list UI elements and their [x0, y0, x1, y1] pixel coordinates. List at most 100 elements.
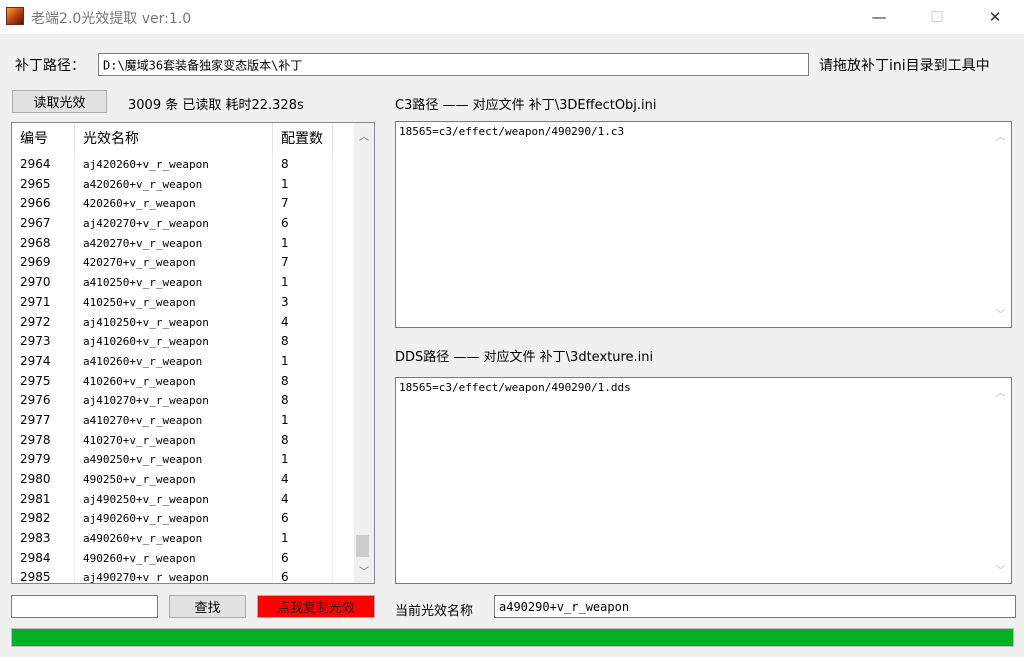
cell-config-count: 1 — [273, 233, 333, 254]
cell-id: 2966 — [12, 194, 75, 215]
scroll-up-icon[interactable]: ︿ — [991, 127, 1010, 144]
cell-id: 2973 — [12, 332, 75, 352]
table-row[interactable]: 2982 aj490260+v_r_weapon 6 — [12, 509, 354, 530]
cell-config-count: 1 — [273, 529, 333, 549]
cell-id: 2983 — [12, 529, 75, 549]
cell-config-count: 4 — [273, 470, 333, 490]
patch-path-value: D:\魔域36套装备独家变态版本\补丁 — [103, 58, 303, 72]
maximize-button[interactable]: ☐ — [908, 0, 966, 34]
patch-path-field[interactable]: D:\魔域36套装备独家变态版本\补丁 — [98, 53, 809, 76]
list-scrollbar[interactable]: ︿ ﹀ — [354, 123, 374, 583]
scroll-down-icon[interactable]: ﹀ — [354, 562, 374, 579]
cell-effect-name: a410260+v_r_weapon — [75, 351, 273, 372]
cell-config-count: 7 — [273, 253, 333, 274]
cell-effect-name: a420260+v_r_weapon — [75, 174, 273, 195]
cell-effect-name: 410260+v_r_weapon — [75, 371, 273, 392]
cell-effect-name: 410250+v_r_weapon — [75, 292, 273, 313]
close-button[interactable]: ✕ — [966, 0, 1024, 34]
dds-path-label: DDS路径 —— 对应文件 补丁\3dtexture.ini — [395, 350, 654, 365]
table-row[interactable]: 2966 420260+v_r_weapon 7 — [12, 194, 354, 215]
scroll-thumb[interactable] — [356, 535, 369, 557]
table-row[interactable]: 2975 410260+v_r_weapon 8 — [12, 371, 354, 392]
cell-config-count: 4 — [273, 489, 333, 510]
search-button[interactable]: 查找 — [169, 595, 246, 618]
current-effect-value: a490290+v_r_weapon — [499, 599, 630, 614]
cell-config-count: 1 — [273, 273, 333, 293]
cell-config-count: 8 — [273, 155, 333, 175]
cell-id: 2981 — [12, 489, 75, 510]
cell-config-count: 7 — [273, 194, 333, 215]
scroll-down-icon[interactable]: ﹀ — [991, 561, 1010, 578]
table-row[interactable]: 2964 aj420260+v_r_weapon 8 — [12, 155, 354, 175]
dds-scrollbar[interactable]: ︿ ﹀ — [991, 379, 1010, 582]
window-title: 老端2.0光效提取 ver:1.0 — [31, 11, 192, 27]
cell-id: 2974 — [12, 351, 75, 372]
read-status: 3009 条 已读取 耗时22.328s — [128, 98, 304, 113]
table-row[interactable]: 2976 aj410270+v_r_weapon 8 — [12, 391, 354, 411]
table-row[interactable]: 2980 490250+v_r_weapon 4 — [12, 470, 354, 490]
title-bar: 老端2.0光效提取 ver:1.0 — ☐ ✕ — [0, 0, 1024, 34]
cell-id: 2972 — [12, 312, 75, 333]
cell-id: 2977 — [12, 410, 75, 431]
dds-textarea[interactable]: 18565=c3/effect/weapon/490290/1.dds ︿ ﹀ — [395, 377, 1012, 584]
table-row[interactable]: 2967 aj420270+v_r_weapon 6 — [12, 214, 354, 234]
table-row[interactable]: 2983 a490260+v_r_weapon 1 — [12, 529, 354, 549]
minimize-button[interactable]: — — [850, 0, 908, 34]
cell-effect-name: 410270+v_r_weapon — [75, 430, 273, 451]
effect-list[interactable]: 编号 光效名称 配置数 2964 aj420260+v_r_weapon 8 2965… — [11, 122, 375, 584]
table-row[interactable]: 2971 410250+v_r_weapon 3 — [12, 292, 354, 313]
table-row[interactable]: 2978 410270+v_r_weapon 8 — [12, 430, 354, 451]
cell-config-count: 6 — [273, 548, 333, 569]
cell-id: 2965 — [12, 174, 75, 195]
cell-config-count: 6 — [273, 568, 333, 583]
current-effect-label: 当前光效名称 — [395, 604, 474, 619]
list-rows: 2964 aj420260+v_r_weapon 8 2965 a420260+v_r_… — [12, 155, 354, 583]
cell-effect-name: 420260+v_r_weapon — [75, 194, 273, 215]
table-row[interactable]: 2972 aj410250+v_r_weapon 4 — [12, 312, 354, 333]
cell-effect-name: a410270+v_r_weapon — [75, 410, 273, 431]
drag-hint: 请拖放补丁ini目录到工具中 — [819, 58, 990, 74]
cell-effect-name: a420270+v_r_weapon — [75, 233, 273, 254]
table-row[interactable]: 2974 a410260+v_r_weapon 1 — [12, 351, 354, 372]
cell-id: 2975 — [12, 371, 75, 392]
scroll-up-icon[interactable]: ︿ — [991, 383, 1010, 400]
cell-id: 2982 — [12, 509, 75, 530]
cell-effect-name: a490260+v_r_weapon — [75, 529, 273, 549]
cell-config-count: 8 — [273, 430, 333, 451]
search-input[interactable] — [11, 595, 158, 618]
table-row[interactable]: 2985 aj490270+v_r_weapon 6 — [12, 568, 354, 583]
c3-textarea[interactable]: 18565=c3/effect/weapon/490290/1.c3 ︿ ﹀ — [395, 121, 1012, 328]
scroll-down-icon[interactable]: ﹀ — [991, 305, 1010, 322]
c3-scrollbar[interactable]: ︿ ﹀ — [991, 123, 1010, 326]
c3-content: 18565=c3/effect/weapon/490290/1.c3 — [399, 125, 625, 138]
table-row[interactable]: 2970 a410250+v_r_weapon 1 — [12, 273, 354, 293]
list-header: 编号 光效名称 配置数 — [12, 123, 354, 155]
cell-effect-name: a490250+v_r_weapon — [75, 450, 273, 470]
cell-config-count: 4 — [273, 312, 333, 333]
cell-id: 2979 — [12, 450, 75, 470]
column-header-id[interactable]: 编号 — [12, 123, 75, 155]
table-row[interactable]: 2968 a420270+v_r_weapon 1 — [12, 233, 354, 254]
table-row[interactable]: 2965 a420260+v_r_weapon 1 — [12, 174, 354, 195]
cell-id: 2976 — [12, 391, 75, 411]
cell-effect-name: aj410260+v_r_weapon — [75, 332, 273, 352]
cell-effect-name: aj420260+v_r_weapon — [75, 155, 273, 175]
column-header-count[interactable]: 配置数 — [273, 123, 333, 155]
patch-path-label: 补丁路径： — [15, 58, 85, 74]
read-effects-button[interactable]: 读取光效 — [12, 90, 107, 113]
current-effect-field[interactable]: a490290+v_r_weapon — [494, 595, 1016, 618]
table-row[interactable]: 2979 a490250+v_r_weapon 1 — [12, 450, 354, 470]
table-row[interactable]: 2973 aj410260+v_r_weapon 8 — [12, 332, 354, 352]
table-row[interactable]: 2984 490260+v_r_weapon 6 — [12, 548, 354, 569]
scroll-up-icon[interactable]: ︿ — [354, 127, 374, 144]
cell-effect-name: aj410250+v_r_weapon — [75, 312, 273, 333]
copy-effect-button[interactable]: 点我复制光效 — [257, 595, 375, 618]
cell-config-count: 6 — [273, 214, 333, 234]
cell-config-count: 8 — [273, 332, 333, 352]
column-header-name[interactable]: 光效名称 — [75, 123, 273, 155]
table-row[interactable]: 2969 420270+v_r_weapon 7 — [12, 253, 354, 274]
table-row[interactable]: 2977 a410270+v_r_weapon 1 — [12, 410, 354, 431]
progress-bar — [11, 628, 1014, 647]
cell-config-count: 1 — [273, 450, 333, 470]
table-row[interactable]: 2981 aj490250+v_r_weapon 4 — [12, 489, 354, 510]
